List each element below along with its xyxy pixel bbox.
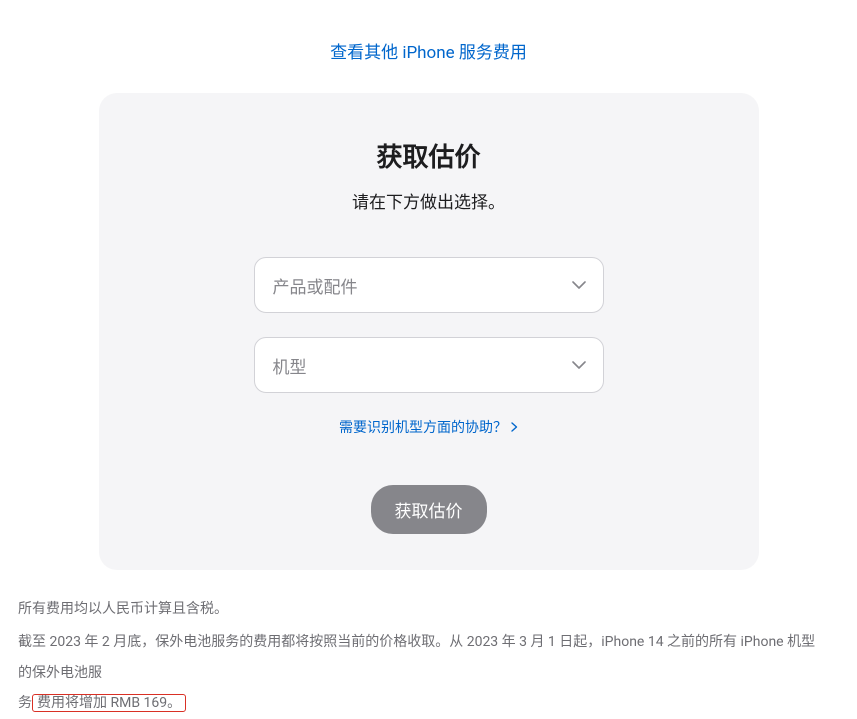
footer-line-2a: 截至 2023 年 2 月底，保外电池服务的费用都将按照当前的价格收取。从 20… — [18, 634, 815, 681]
get-estimate-button[interactable]: 获取估价 — [371, 485, 487, 534]
footer-line-2: 截至 2023 年 2 月底，保外电池服务的费用都将按照当前的价格收取。从 20… — [18, 627, 828, 719]
chevron-right-icon — [511, 422, 518, 432]
price-increase-highlight: 费用将增加 RMB 169。 — [32, 694, 186, 712]
model-select-placeholder: 机型 — [273, 353, 307, 378]
product-select-wrap: 产品或配件 — [254, 257, 604, 313]
card-title: 获取估价 — [139, 137, 719, 174]
estimate-card: 获取估价 请在下方做出选择。 产品或配件 机型 需要识别机型方面的协助？ 获取估… — [99, 93, 759, 570]
submit-row: 获取估价 — [139, 485, 719, 534]
other-services-link[interactable]: 查看其他 iPhone 服务费用 — [330, 43, 527, 63]
model-select-wrap: 机型 — [254, 337, 604, 393]
card-subtitle: 请在下方做出选择。 — [139, 188, 719, 213]
footer-notes: 所有费用均以人民币计算且含税。 截至 2023 年 2 月底，保外电池服务的费用… — [18, 594, 848, 719]
product-select-placeholder: 产品或配件 — [273, 273, 358, 298]
footer-line-2b: 务 — [18, 695, 32, 711]
help-link-text: 需要识别机型方面的协助？ — [339, 417, 507, 437]
model-select[interactable]: 机型 — [254, 337, 604, 393]
product-select[interactable]: 产品或配件 — [254, 257, 604, 313]
footer-line-1: 所有费用均以人民币计算且含税。 — [18, 594, 828, 625]
top-link-container: 查看其他 iPhone 服务费用 — [0, 0, 857, 93]
identify-model-help-link[interactable]: 需要识别机型方面的协助？ — [339, 417, 518, 437]
